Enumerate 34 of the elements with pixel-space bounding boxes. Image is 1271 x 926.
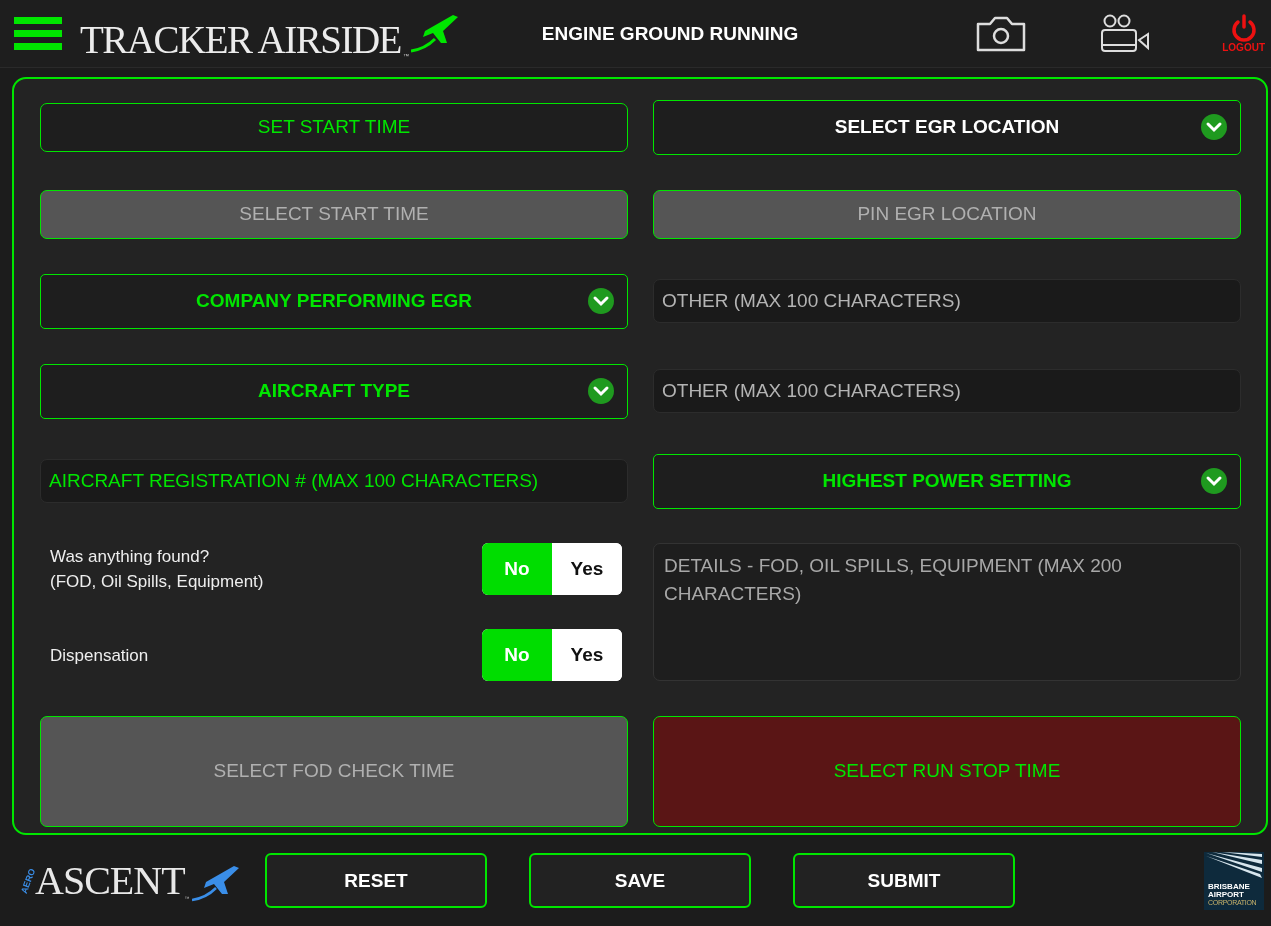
dropdown-select[interactable]: COMPANY PERFORMING EGR xyxy=(40,273,628,329)
dropdown-select[interactable]: SELECT EGR LOCATION xyxy=(653,99,1241,155)
dropdown-label: COMPANY PERFORMING EGR xyxy=(195,290,473,312)
menu-icon[interactable] xyxy=(14,16,62,51)
dropdown-label: HIGHEST POWER SETTING xyxy=(821,470,1073,492)
time-button[interactable]: SELECT RUN STOP TIME xyxy=(653,715,1241,827)
dropdown-select[interactable]: AIRCRAFT TYPE xyxy=(40,363,628,419)
time-button[interactable]: SET START TIME xyxy=(40,102,628,152)
camera-icon[interactable] xyxy=(975,14,1028,53)
input-field[interactable]: OTHER (MAX 100 CHARACTERS) xyxy=(653,369,1241,413)
question-label: Was anything found? (FOD, Oil Spills, Equipment) xyxy=(50,546,264,593)
partner-name: AIRPORT xyxy=(1208,890,1245,899)
dropdown-label: AIRCRAFT TYPE xyxy=(257,380,411,402)
page-title: ENGINE GROUND RUNNING xyxy=(540,22,800,45)
chevron-down-icon xyxy=(1200,113,1228,141)
logout-button[interactable]: LOGOUT xyxy=(1222,14,1265,53)
partner-name: BRISBANE xyxy=(1208,882,1251,891)
dropdown-label: SELECT EGR LOCATION xyxy=(833,116,1061,138)
details-field[interactable]: DETAILS - FOD, OIL SPILLS, EQUIPMENT (MAX 200 CHARACTERS) xyxy=(653,543,1241,681)
ascent-logo-text: ASCENT xyxy=(35,857,185,904)
dropdown-select[interactable]: HIGHEST POWER SETTING xyxy=(653,453,1241,509)
input-field[interactable]: AIRCRAFT REGISTRATION # (MAX 100 CHARACTERS) xyxy=(40,459,628,503)
input-field[interactable]: OTHER (MAX 100 CHARACTERS) xyxy=(653,279,1241,323)
power-icon xyxy=(1230,14,1257,42)
yes-no-toggle[interactable]: No Yes xyxy=(482,543,622,595)
footer-button[interactable]: SUBMIT xyxy=(793,853,1015,908)
chevron-down-icon xyxy=(587,287,615,315)
question-label: Dispensation xyxy=(50,644,149,667)
yes-no-toggle[interactable]: No Yes xyxy=(482,629,622,681)
logo-text: TRACKER AIRSIDE xyxy=(80,19,401,59)
footer-button[interactable]: RESET xyxy=(265,853,487,908)
chevron-down-icon xyxy=(587,377,615,405)
footer-button[interactable]: SAVE xyxy=(529,853,751,908)
chevron-down-icon xyxy=(1200,467,1228,495)
